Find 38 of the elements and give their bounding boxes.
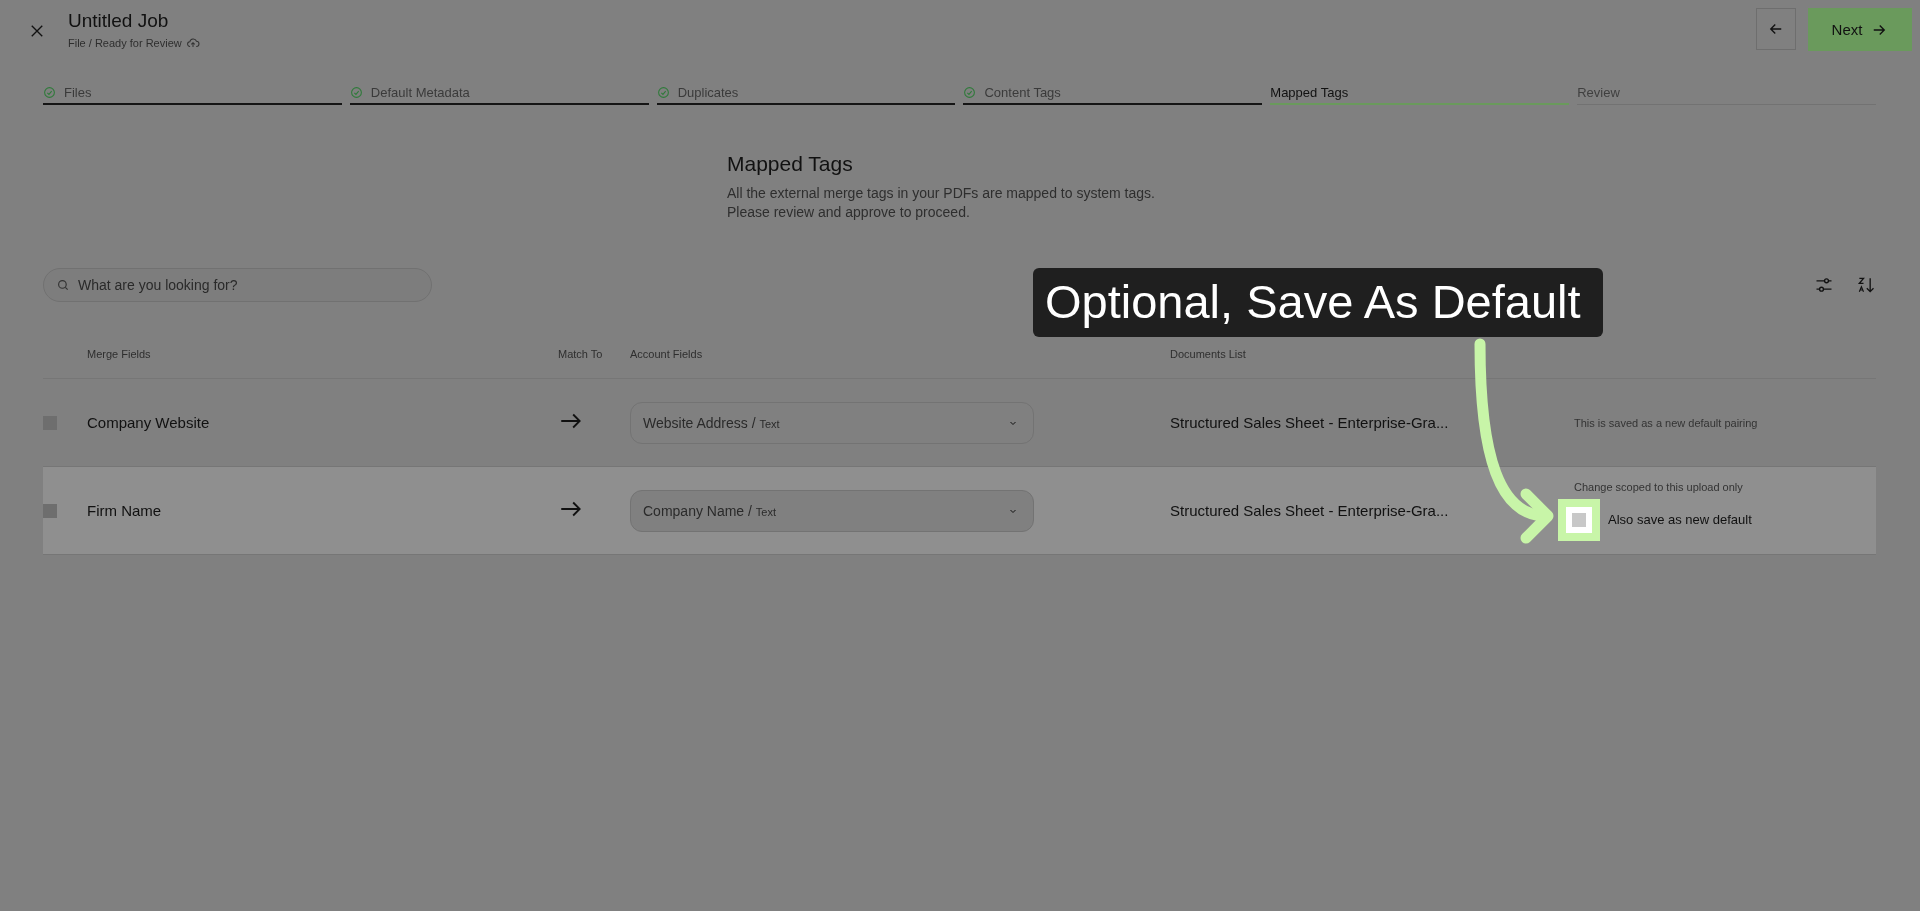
merge-field-name: Company Website (87, 414, 211, 431)
column-header: Account Fields (630, 348, 704, 360)
cloud-upload-icon (185, 36, 200, 50)
next-button[interactable]: Next (1808, 8, 1912, 51)
account-field-dropdown[interactable]: Company Name / Text (630, 489, 1034, 532)
check-circle-icon (349, 85, 363, 99)
sort-icon (1856, 275, 1876, 295)
section-description: All the external merge tags in your PDFs are mapped to system tags. Please review and approve to proceed. (727, 184, 1156, 222)
step-tab[interactable]: Duplicates (656, 81, 956, 105)
step-tab[interactable]: Files (43, 81, 342, 105)
column-header: Documents List (1170, 348, 1247, 360)
breadcrumb: File / Ready for Review (68, 37, 182, 49)
tooltip: Optional, Save As Default (1033, 268, 1603, 337)
step-tab[interactable]: Review (1577, 81, 1876, 105)
check-circle-icon (656, 85, 670, 99)
check-circle-icon (43, 85, 56, 99)
account-field-dropdown[interactable]: Website Address / Text (630, 401, 1034, 444)
merge-field-name: Firm Name (87, 502, 163, 519)
pairing-note: Change scoped to this upload only (1574, 480, 1744, 493)
step-tab[interactable]: Default Metadata (349, 81, 649, 105)
document-name: Structured Sales Sheet - Enterprise-Gra... (1170, 502, 1450, 519)
check-circle-icon (963, 85, 977, 99)
filter-button[interactable] (1814, 275, 1834, 295)
sliders-icon (1814, 275, 1834, 295)
search-field[interactable]: What are you looking for? (43, 268, 432, 302)
step-tab[interactable]: Mapped Tags (1270, 81, 1570, 105)
column-header: Match To (558, 348, 604, 360)
pairing-note: This is saved as a new default pairing (1574, 416, 1759, 429)
job-title: Untitled Job (68, 10, 170, 32)
row-checkbox[interactable] (43, 503, 57, 518)
column-header: Merge Fields (87, 348, 152, 360)
checkbox-label: Also save as new default (1608, 512, 1752, 527)
back-button[interactable] (1756, 8, 1796, 50)
sort-button[interactable] (1856, 275, 1876, 295)
step-tab[interactable]: Content Tags (963, 81, 1263, 105)
section-title: Mapped Tags (727, 152, 854, 176)
save-default-checkbox[interactable] (1572, 512, 1586, 527)
document-name: Structured Sales Sheet - Enterprise-Gra... (1170, 414, 1450, 431)
